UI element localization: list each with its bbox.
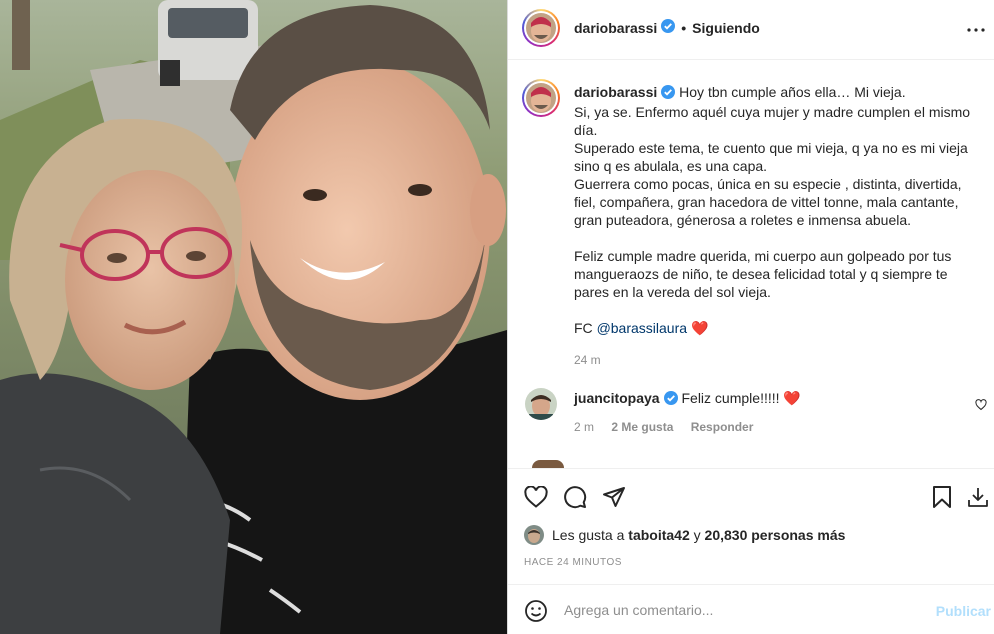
comments-scroll-area[interactable]: dariobarassi Hoy tbn cumple años ella… M… (508, 60, 994, 468)
author-username[interactable]: dariobarassi (574, 20, 657, 36)
comment-input[interactable] (564, 597, 924, 623)
share-paper-plane-icon[interactable] (600, 483, 628, 511)
post-details-panel: dariobarassi • Siguiendo dariobarassi Ho… (507, 0, 994, 634)
caption-username[interactable]: dariobarassi (574, 84, 657, 100)
more-options-icon[interactable] (963, 17, 989, 43)
comment-bubble-icon[interactable] (561, 483, 589, 511)
liker-avatar (524, 525, 544, 545)
comment-likes[interactable]: 2 Me gusta (611, 420, 673, 434)
verified-badge-icon (661, 19, 676, 36)
comment-like-heart-icon[interactable] (975, 398, 987, 414)
heart-emoji: ❤️ (690, 320, 709, 336)
reply-button[interactable]: Responder (691, 420, 754, 434)
like-heart-icon[interactable] (522, 483, 550, 511)
caption-text: dariobarassi Hoy tbn cumple años ella… M… (574, 83, 986, 369)
verified-badge-icon (661, 85, 676, 103)
likes-prefix: Les gusta a (552, 527, 625, 543)
author-avatar[interactable] (522, 9, 560, 47)
caption-mention-link[interactable]: @barassilaura (597, 320, 687, 336)
comment-time[interactable]: 2 m (574, 420, 594, 434)
next-comment-avatar (532, 460, 564, 468)
commenter-username[interactable]: juancitopaya (574, 390, 660, 406)
heart-emoji: ❤️ (783, 390, 801, 406)
likes-summary[interactable]: Les gusta a taboita42 y 20,830 personas … (524, 525, 845, 545)
likes-others[interactable]: 20,830 personas más (705, 527, 846, 543)
verified-badge-icon (663, 391, 678, 408)
following-button[interactable]: Siguiendo (692, 20, 760, 36)
caption-credit-prefix: FC (574, 320, 593, 336)
post-header: dariobarassi • Siguiendo (508, 0, 994, 60)
caption-line-5: Feliz cumple madre querida, mi cuerpo au… (574, 248, 952, 300)
caption-time[interactable]: 24 m (574, 351, 986, 369)
comment-item: juancitopaya Feliz cumple!!!!! ❤️ 2 m 2 … (508, 382, 994, 452)
post-photo[interactable] (0, 0, 507, 634)
photo-artwork (0, 0, 507, 634)
caption-line-3: Superado este tema, te cuento que mi vie… (574, 140, 968, 174)
caption-line-2: Si, ya se. Enfermo aquél cuya mujer y ma… (574, 104, 971, 138)
caption-line-1: Hoy tbn cumple años ella… Mi vieja. (679, 84, 906, 100)
download-icon[interactable] (964, 483, 992, 511)
liker-username[interactable]: taboita42 (628, 527, 689, 543)
commenter-avatar[interactable] (525, 388, 557, 420)
add-comment-bar: Publicar (508, 584, 994, 634)
comment-text: Feliz cumple!!!!! (681, 390, 780, 406)
caption-line-4: Guerrera como pocas, única en su especie… (574, 176, 962, 228)
publish-button[interactable]: Publicar (936, 603, 991, 619)
save-bookmark-icon[interactable] (928, 483, 956, 511)
likes-connector: y (693, 527, 701, 543)
separator-dot: • (681, 19, 687, 36)
post-timestamp[interactable]: HACE 24 MINUTOS (524, 557, 622, 568)
caption-avatar[interactable] (522, 79, 560, 117)
emoji-icon[interactable] (524, 599, 548, 626)
